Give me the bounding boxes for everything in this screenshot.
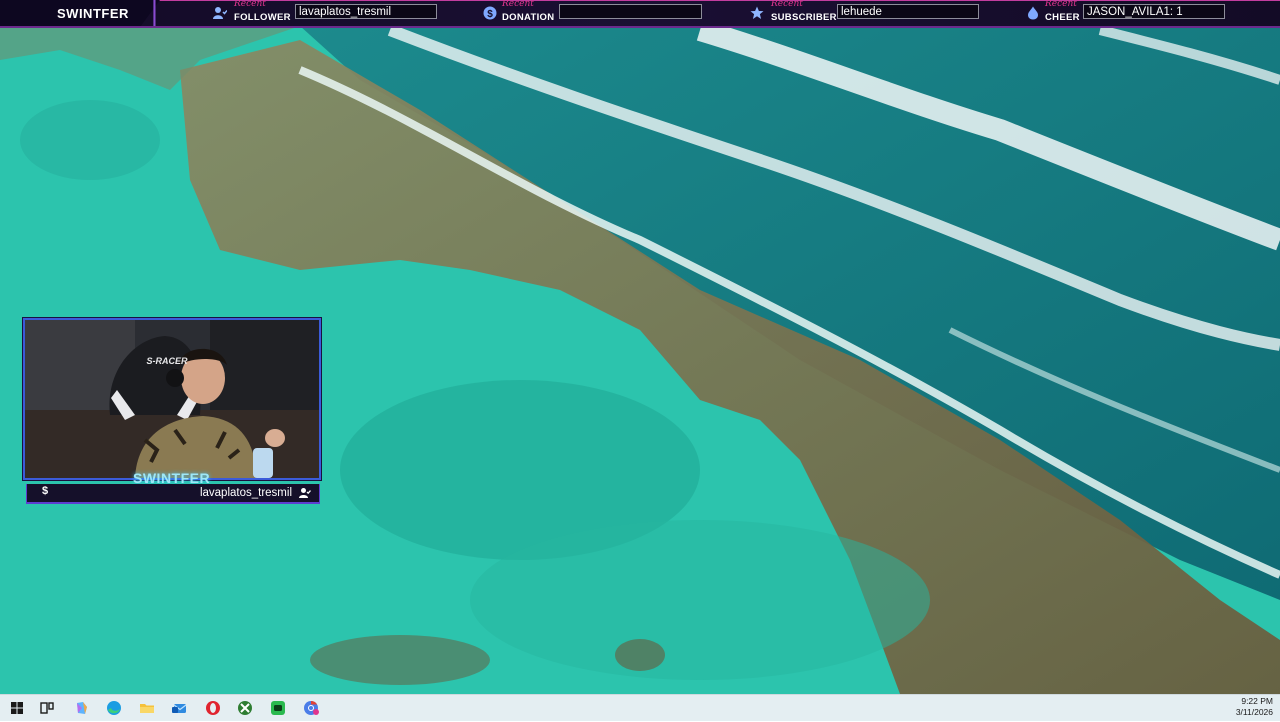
whatsapp-icon[interactable] xyxy=(269,699,287,717)
cheer-recent-label: Recent xyxy=(1045,0,1077,9)
follower-icon xyxy=(213,7,227,19)
stream-overlay-bar: SWINTFER Recent FOLLOWER lavaplatos_tres… xyxy=(0,0,1280,28)
donation-kind-label: DONATION xyxy=(502,12,555,23)
recent-donation-value xyxy=(559,4,702,19)
clock-time: 9:22 PM xyxy=(1241,696,1273,706)
recent-donation-slot: $ Recent DONATION xyxy=(483,0,703,26)
subscriber-kind-label: SUBSCRIBER xyxy=(771,12,837,23)
xbox-icon[interactable] xyxy=(236,699,254,717)
webcam-overlay: S-RACER SWINTFER $ lavaplatos_tresmil xyxy=(23,318,321,504)
copilot-icon[interactable] xyxy=(73,699,91,717)
file-explorer-icon[interactable] xyxy=(138,699,156,717)
streamer-camera-image: S-RACER xyxy=(25,320,319,478)
follower-recent-label: Recent xyxy=(234,0,266,9)
opera-icon[interactable] xyxy=(204,699,222,717)
latest-follower-ticker: lavaplatos_tresmil xyxy=(199,487,292,499)
channel-name: SWINTFER xyxy=(57,6,129,21)
svg-text:$: $ xyxy=(487,9,493,20)
system-clock[interactable]: 9:22 PM 3/11/2026 xyxy=(1236,696,1273,718)
webcam-frame: S-RACER xyxy=(23,318,321,480)
chrome-icon[interactable] xyxy=(302,699,320,717)
mail-icon[interactable] xyxy=(170,699,188,717)
recent-subscriber-value: lehuede xyxy=(837,4,979,19)
follower-icon xyxy=(299,488,311,498)
webcam-footer: $ lavaplatos_tresmil xyxy=(26,484,320,504)
subscriber-recent-label: Recent xyxy=(771,0,803,9)
follower-kind-label: FOLLOWER xyxy=(234,12,291,23)
task-view-icon[interactable] xyxy=(38,699,56,717)
recent-follower-slot: Recent FOLLOWER lavaplatos_tresmil xyxy=(213,0,443,26)
windows-start-icon[interactable] xyxy=(8,699,26,717)
dollar-icon: $ xyxy=(483,6,497,20)
diamond-icon xyxy=(1028,6,1038,20)
cheer-kind-label: CHEER xyxy=(1045,12,1080,23)
chair-brand-text: S-RACER xyxy=(146,356,188,366)
recent-subscriber-slot: Recent SUBSCRIBER lehuede xyxy=(750,0,980,26)
donation-recent-label: Recent xyxy=(502,0,534,9)
recent-cheer-value: JASON_AVILA1: 1 xyxy=(1083,4,1225,19)
star-icon xyxy=(750,6,764,19)
edge-icon[interactable] xyxy=(105,699,123,717)
recent-cheer-slot: Recent CHEER JASON_AVILA1: 1 xyxy=(1026,0,1228,26)
clock-date: 3/11/2026 xyxy=(1235,707,1273,717)
taskbar: 9:22 PM 3/11/2026 xyxy=(0,694,1280,721)
recent-follower-value: lavaplatos_tresmil xyxy=(295,4,437,19)
brand-slash-decoration xyxy=(142,0,170,26)
